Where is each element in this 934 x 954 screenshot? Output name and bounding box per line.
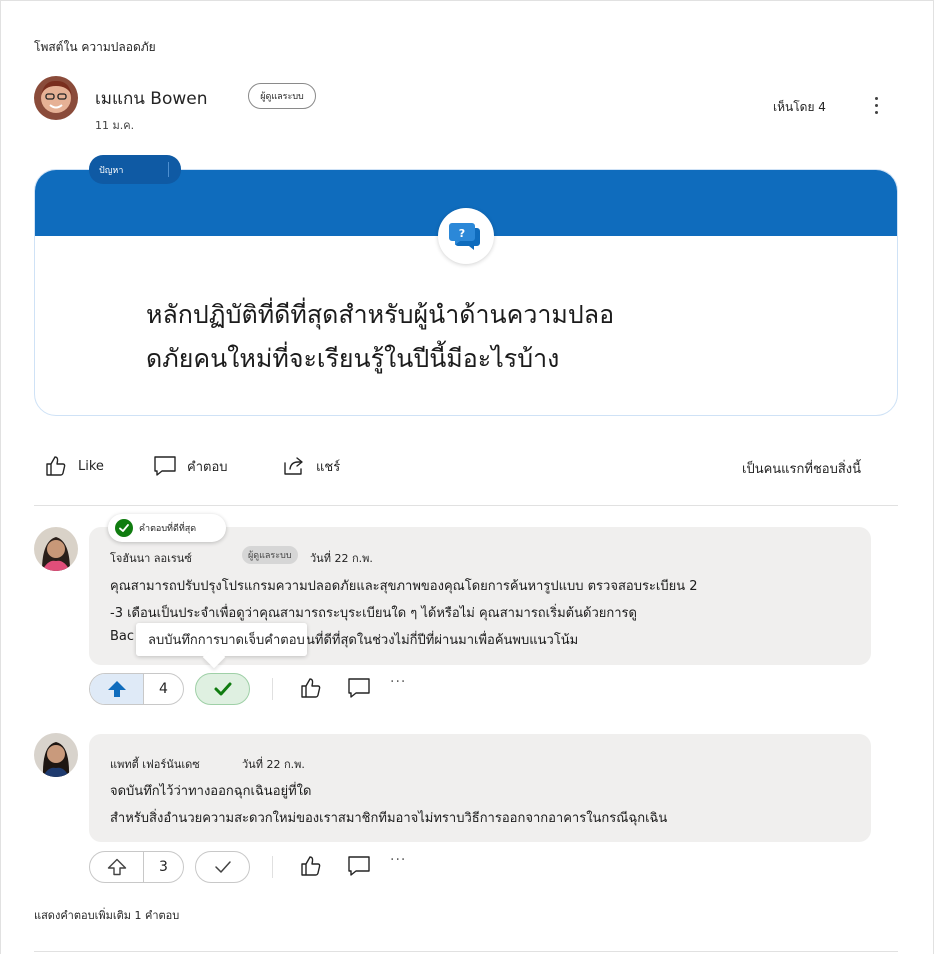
- author-role-badge: ผู้ดูแลระบบ: [248, 83, 316, 109]
- arrow-up-icon: [107, 681, 126, 697]
- reply-button[interactable]: คำตอบ: [153, 454, 228, 478]
- thumbs-up-icon: [301, 856, 321, 876]
- comment-icon: [348, 678, 370, 698]
- comment-text-line: จดบันทึกไว้ว่าทางออกฉุกเฉินอยู่ที่ใด: [110, 784, 312, 799]
- comment-icon: [348, 856, 370, 876]
- topic-tag[interactable]: ปัญหา: [89, 155, 181, 184]
- comment-text-line: สำหรับสิ่งอำนวยความสะดวกใหม่ของเราสมาชิก…: [110, 811, 668, 826]
- like-label: Like: [78, 458, 104, 474]
- check-circle-icon: [115, 519, 133, 537]
- more-comment-options-icon[interactable]: ···: [390, 674, 406, 690]
- more-options-icon[interactable]: [866, 92, 886, 118]
- comment-text-line: คุณสามารถปรับปรุงโปรแกรมความปลอดภัยและสุ…: [110, 579, 698, 594]
- divider: [34, 951, 898, 952]
- separator: [272, 856, 273, 878]
- author-name[interactable]: เมแกน Bowen: [95, 85, 208, 112]
- mark-best-answer-button[interactable]: [195, 851, 250, 883]
- reply-comment-button[interactable]: [346, 676, 372, 700]
- best-answer-label: คำตอบที่ดีที่สุด: [139, 524, 197, 534]
- best-answer-badge: คำตอบที่ดีที่สุด: [108, 514, 226, 542]
- checkmark-icon: [214, 682, 231, 696]
- upvote-group: 3: [89, 851, 184, 883]
- thumbs-up-icon: [46, 456, 66, 476]
- like-button[interactable]: Like: [44, 454, 104, 478]
- tooltip: ลบบันทึกการบาดเจ็บคำตอบ: [136, 623, 307, 656]
- share-label: แชร์: [316, 459, 341, 475]
- question-title: หลักปฏิบัติที่ดีที่สุดสำหรับผู้นำด้านควา…: [146, 300, 615, 373]
- upvote-button[interactable]: [90, 852, 144, 882]
- comment-text-line: Bac: [110, 629, 135, 644]
- separator: [272, 678, 273, 700]
- comment-date: วันที่ 22 ก.พ.: [242, 758, 305, 771]
- commenter-name[interactable]: แพทตี้ เฟอร์นันเดซ: [110, 755, 200, 773]
- commenter-avatar[interactable]: [34, 527, 78, 571]
- first-like-text: เป็นคนแรกที่ชอบสิ่งนี้: [742, 462, 862, 477]
- share-button[interactable]: แชร์: [282, 454, 340, 478]
- post-date: 11 ม.ค.: [95, 119, 135, 132]
- tooltip-text: ลบบันทึกการบาดเจ็บคำตอบ: [148, 633, 305, 648]
- topic-tag-label: ปัญหา: [99, 165, 124, 176]
- comment-icon: [154, 456, 176, 476]
- posted-in-label: โพสต์ใน ความปลอดภัย: [34, 40, 156, 54]
- commenter-avatar[interactable]: [34, 733, 78, 777]
- upvote-group: 4: [89, 673, 184, 705]
- commenter-name[interactable]: โจฮันนา ลอเรนซ์: [110, 549, 192, 567]
- commenter-role-badge: ผู้ดูแลระบบ: [242, 546, 298, 564]
- show-more-replies-link[interactable]: แสดงคำตอบเพิ่มเติม 1 คำตอบ: [34, 906, 179, 924]
- divider: [34, 505, 898, 506]
- comment-text-line: นที่ดีที่สุดในช่วงไม่กี่ปีที่ผ่านมาเพื่อ…: [306, 633, 579, 648]
- mark-best-answer-button[interactable]: [195, 673, 250, 705]
- upvote-button[interactable]: [90, 674, 144, 704]
- question-icon: ?: [438, 208, 494, 264]
- arrow-up-icon: [107, 858, 126, 876]
- like-comment-button[interactable]: [298, 854, 324, 878]
- vote-count: 3: [159, 859, 168, 875]
- like-comment-button[interactable]: [298, 676, 324, 700]
- seen-by-count[interactable]: เห็นโดย 4: [773, 98, 826, 117]
- more-comment-options-icon[interactable]: ···: [390, 852, 406, 868]
- comment-text-line: -3 เดือนเป็นประจำเพื่อดูว่าคุณสามารถระบุ…: [110, 606, 637, 621]
- reply-comment-button[interactable]: [346, 854, 372, 878]
- reply-label: คำตอบ: [187, 459, 228, 475]
- svg-text:?: ?: [459, 227, 465, 240]
- comment-date: วันที่ 22 ก.พ.: [310, 552, 373, 565]
- author-avatar[interactable]: [34, 76, 78, 120]
- checkmark-icon: [214, 861, 231, 873]
- thumbs-up-icon: [301, 678, 321, 698]
- vote-count: 4: [159, 681, 168, 697]
- share-icon: [284, 457, 303, 475]
